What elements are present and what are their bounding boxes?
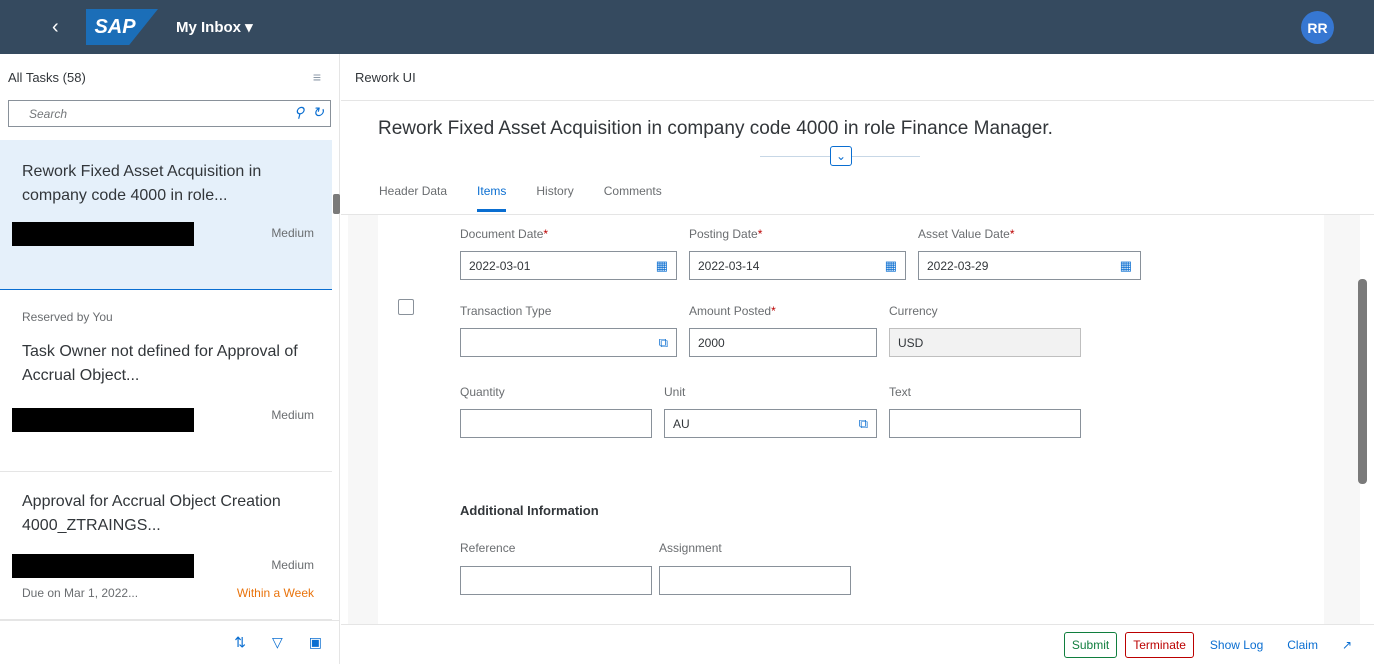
additional-info-title: Additional Information xyxy=(460,503,599,518)
terminate-button[interactable]: Terminate xyxy=(1125,631,1194,658)
task-title: Task Owner not defined for Approval of A… xyxy=(22,343,298,384)
sap-logo[interactable]: SAP xyxy=(86,9,158,45)
group-icon[interactable]: ▣ xyxy=(309,634,322,651)
currency-field: USD xyxy=(889,328,1081,357)
content-scrollbar[interactable] xyxy=(1358,279,1367,484)
posting-date-label: Posting Date* xyxy=(689,227,763,241)
list-item[interactable]: Approval for Accrual Object Creation 400… xyxy=(0,472,332,620)
reference-label: Reference xyxy=(460,541,516,555)
document-date-label: Document Date* xyxy=(460,227,549,241)
items-content: Document Date* 2022-03-01 ▦ Posting Date… xyxy=(348,215,1367,624)
due-date: Due on Mar 1, 2022... xyxy=(22,586,139,600)
transaction-type-field[interactable]: ⧉ xyxy=(460,328,677,357)
unit-value: AU xyxy=(673,416,690,431)
task-title: Approval for Accrual Object Creation 400… xyxy=(22,493,281,534)
refresh-icon[interactable]: ↻ xyxy=(312,104,324,121)
collapse-header-button[interactable]: ⌄ xyxy=(830,146,852,166)
value-help-icon[interactable]: ⧉ xyxy=(859,416,868,432)
reserved-label: Reserved by You xyxy=(22,310,113,324)
submit-button[interactable]: Submit xyxy=(1063,631,1118,658)
transaction-type-label: Transaction Type xyxy=(460,304,552,318)
calendar-icon[interactable]: ▦ xyxy=(885,258,897,274)
task-list-footer: ⇅ ▽ ▣ xyxy=(0,620,340,664)
amount-posted-label: Amount Posted* xyxy=(689,304,776,318)
value-help-icon[interactable]: ⧉ xyxy=(659,335,668,351)
app-title-menu[interactable]: My Inbox ▾ xyxy=(176,18,253,36)
filter-icon[interactable]: ▽ xyxy=(272,634,283,651)
claim-button[interactable]: Claim xyxy=(1279,631,1326,658)
quantity-label: Quantity xyxy=(460,385,505,399)
task-count-title: All Tasks (58) xyxy=(8,69,86,85)
amount-posted-field[interactable]: 2000 xyxy=(689,328,877,357)
redacted-block xyxy=(12,408,194,432)
assignment-label: Assignment xyxy=(659,541,722,555)
unit-field[interactable]: AU ⧉ xyxy=(664,409,877,438)
task-list-pane: All Tasks (58) ≡ Search ⚲ ↻ Rework Fixed… xyxy=(0,54,340,664)
search-input[interactable]: Search ⚲ ↻ xyxy=(8,100,331,127)
tab-bar: Header Data Items History Comments xyxy=(379,184,662,212)
due-status: Within a Week xyxy=(236,586,314,600)
assignment-field[interactable] xyxy=(659,566,851,595)
unit-label: Unit xyxy=(664,385,686,399)
amount-posted-value: 2000 xyxy=(698,335,725,350)
chevron-left-icon[interactable]: ‹ xyxy=(52,16,74,39)
text-field[interactable] xyxy=(889,409,1081,438)
list-scrollbar[interactable] xyxy=(333,194,340,214)
document-date-field[interactable]: 2022-03-01 ▦ xyxy=(460,251,677,280)
reference-field[interactable] xyxy=(460,566,652,595)
calendar-icon[interactable]: ▦ xyxy=(1120,258,1132,274)
text-label: Text xyxy=(889,385,912,399)
redacted-block xyxy=(12,222,194,246)
asset-value-date-field[interactable]: 2022-03-29 ▦ xyxy=(918,251,1141,280)
object-title: Rework Fixed Asset Acquisition in compan… xyxy=(378,118,1053,139)
tab-comments[interactable]: Comments xyxy=(604,184,662,212)
currency-value: USD xyxy=(898,335,924,350)
task-priority: Medium xyxy=(271,558,314,572)
calendar-icon[interactable]: ▦ xyxy=(656,258,668,274)
detail-bar: Rework UI xyxy=(341,54,1374,101)
tab-header-data[interactable]: Header Data xyxy=(379,184,447,212)
quantity-field[interactable] xyxy=(460,409,652,438)
posting-date-field[interactable]: 2022-03-14 ▦ xyxy=(689,251,906,280)
tab-items[interactable]: Items xyxy=(477,184,507,212)
search-placeholder: Search xyxy=(29,106,68,121)
task-title: Rework Fixed Asset Acquisition in compan… xyxy=(22,163,262,204)
task-priority: Medium xyxy=(271,226,314,240)
currency-label: Currency xyxy=(889,304,938,318)
search-icon[interactable]: ⚲ xyxy=(294,104,304,121)
task-list-header: All Tasks (58) ≡ xyxy=(0,54,339,100)
user-avatar[interactable]: RR xyxy=(1301,11,1334,44)
sort-icon[interactable]: ⇅ xyxy=(234,634,246,651)
detail-bar-title: Rework UI xyxy=(355,69,416,85)
document-date-value: 2022-03-01 xyxy=(469,258,531,273)
open-external-icon[interactable]: ↗ xyxy=(1333,631,1360,658)
detail-pane: Rework UI Rework Fixed Asset Acquisition… xyxy=(341,54,1374,664)
list-item[interactable]: Reserved by You Task Owner not defined f… xyxy=(0,290,332,472)
task-priority: Medium xyxy=(271,408,314,422)
tab-history[interactable]: History xyxy=(536,184,573,212)
list-item[interactable]: Rework Fixed Asset Acquisition in compan… xyxy=(0,140,332,290)
asset-value-date-value: 2022-03-29 xyxy=(927,258,989,273)
item-form: Document Date* 2022-03-01 ▦ Posting Date… xyxy=(378,215,1324,624)
action-footer: Submit Terminate Show Log Claim ↗ xyxy=(341,624,1374,664)
asset-value-date-label: Asset Value Date* xyxy=(918,227,1015,241)
list-settings-icon[interactable]: ≡ xyxy=(313,69,321,85)
show-log-button[interactable]: Show Log xyxy=(1201,631,1272,658)
posting-date-value: 2022-03-14 xyxy=(698,258,760,273)
redacted-block xyxy=(12,554,194,578)
shell-bar: ‹ SAP My Inbox ▾ RR xyxy=(0,0,1374,54)
item-select-checkbox[interactable] xyxy=(398,299,414,315)
